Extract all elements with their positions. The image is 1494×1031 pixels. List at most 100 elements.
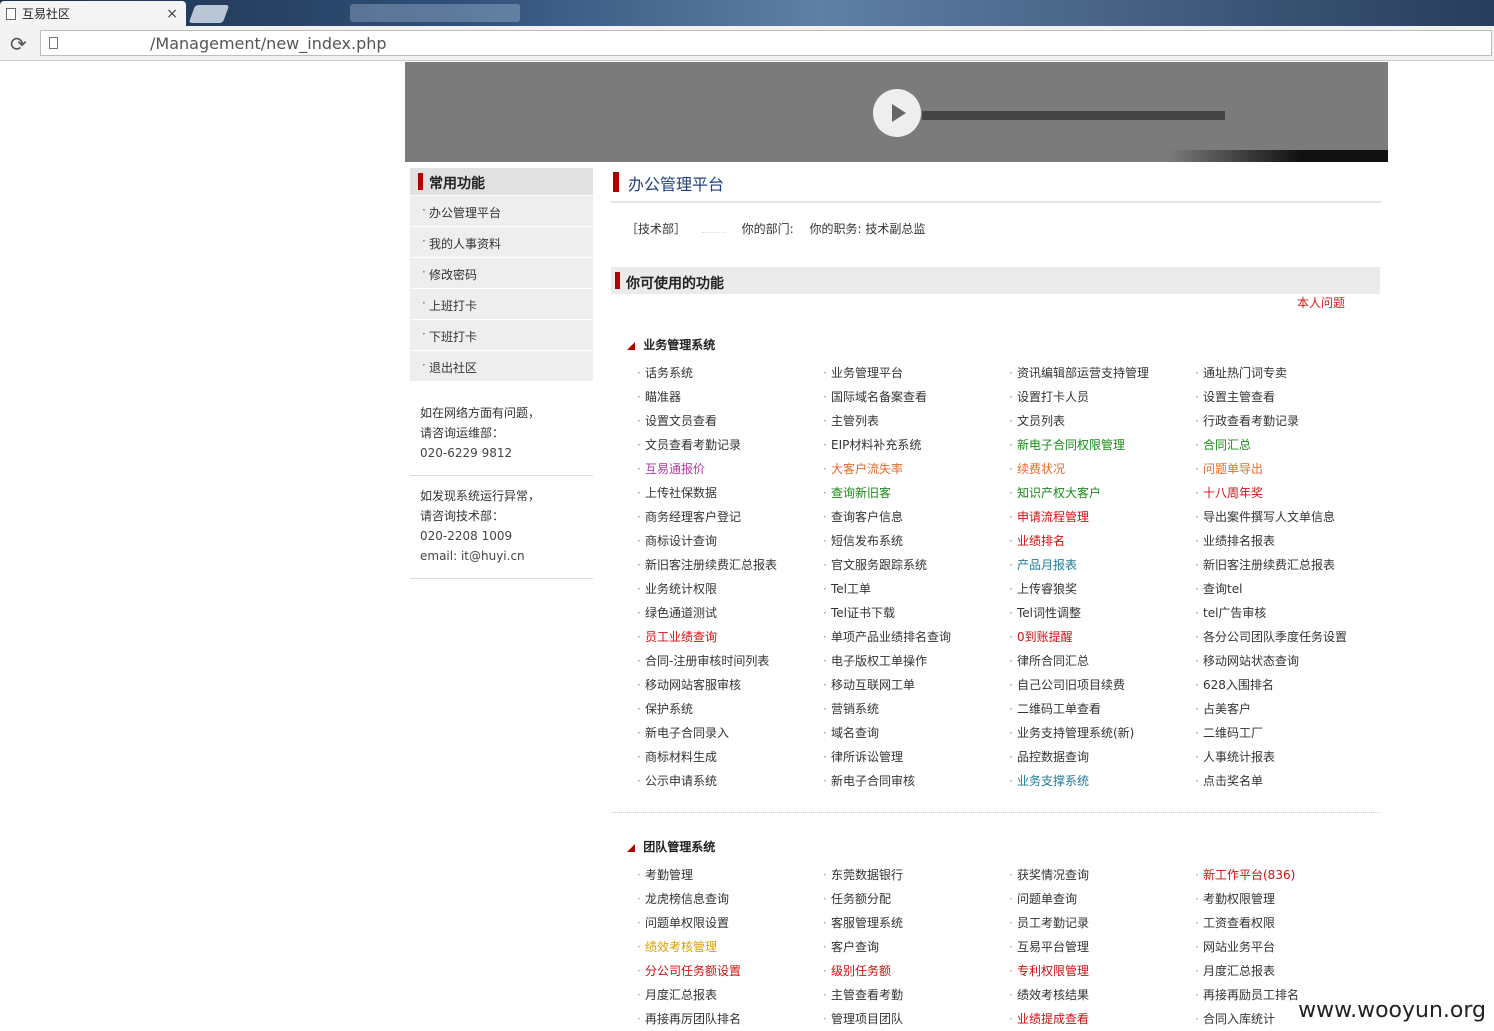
function-link[interactable]: 移动网站状态查询 <box>1193 649 1380 673</box>
function-link[interactable]: 问题单权限设置 <box>635 911 821 935</box>
function-link[interactable]: 十八周年奖 <box>1193 481 1380 505</box>
function-link[interactable]: 文员列表 <box>1007 409 1193 433</box>
function-link[interactable]: 瞄准器 <box>635 385 821 409</box>
function-link[interactable]: 业务支撑系统 <box>1007 769 1193 793</box>
browser-tab-active[interactable]: 互易社区 × <box>0 1 186 26</box>
new-tab-button[interactable] <box>188 5 230 23</box>
function-link[interactable]: 任务额分配 <box>821 887 1007 911</box>
function-link[interactable]: 龙虎榜信息查询 <box>635 887 821 911</box>
function-link[interactable]: 月度汇总报表 <box>1193 959 1380 983</box>
function-link[interactable]: tel广告审核 <box>1193 601 1380 625</box>
function-link[interactable]: 单项产品业绩排名查询 <box>821 625 1007 649</box>
function-link[interactable]: 律所合同汇总 <box>1007 649 1193 673</box>
function-link[interactable]: 问题单导出 <box>1193 457 1380 481</box>
function-link[interactable]: 话务系统 <box>635 361 821 385</box>
function-link[interactable]: 商标材料生成 <box>635 745 821 769</box>
function-link[interactable]: 短信发布系统 <box>821 529 1007 553</box>
sidebar-item-clock-out[interactable]: 下班打卡 <box>410 319 593 350</box>
function-link[interactable]: 大客户流失率 <box>821 457 1007 481</box>
function-link[interactable]: 绩效考核结果 <box>1007 983 1193 1007</box>
function-link[interactable]: 客户查询 <box>821 935 1007 959</box>
function-link[interactable]: 官文服务跟踪系统 <box>821 553 1007 577</box>
function-link[interactable]: Tel工单 <box>821 577 1007 601</box>
function-link[interactable]: 新电子合同录入 <box>635 721 821 745</box>
function-link[interactable]: 问题单查询 <box>1007 887 1193 911</box>
function-link[interactable]: 律所诉讼管理 <box>821 745 1007 769</box>
function-link[interactable]: 级别任务额 <box>821 959 1007 983</box>
function-link[interactable]: 互易平台管理 <box>1007 935 1193 959</box>
function-link[interactable]: 上传睿狼奖 <box>1007 577 1193 601</box>
function-link[interactable]: 考勤管理 <box>635 863 821 887</box>
function-link[interactable]: 二维码工厂 <box>1193 721 1380 745</box>
function-link[interactable]: 产品月报表 <box>1007 553 1193 577</box>
function-link[interactable]: 设置主管查看 <box>1193 385 1380 409</box>
function-link[interactable]: 域名查询 <box>821 721 1007 745</box>
function-link[interactable]: 绩效考核管理 <box>635 935 821 959</box>
function-link[interactable]: 续费状况 <box>1007 457 1193 481</box>
function-link[interactable]: 查询tel <box>1193 577 1380 601</box>
function-link[interactable]: 设置打卡人员 <box>1007 385 1193 409</box>
function-link[interactable]: 占美客户 <box>1193 697 1380 721</box>
function-link[interactable]: 电子版权工单操作 <box>821 649 1007 673</box>
function-link[interactable]: 业绩排名 <box>1007 529 1193 553</box>
function-link[interactable]: 月度汇总报表 <box>635 983 821 1007</box>
function-link[interactable]: 业务统计权限 <box>635 577 821 601</box>
function-link[interactable]: 二维码工单查看 <box>1007 697 1193 721</box>
function-link[interactable]: 业务管理平台 <box>821 361 1007 385</box>
function-link[interactable]: 考勤权限管理 <box>1193 887 1380 911</box>
function-link[interactable]: 合同汇总 <box>1193 433 1380 457</box>
sidebar-item-clock-in[interactable]: 上班打卡 <box>410 288 593 319</box>
function-link[interactable]: 业务支持管理系统(新) <box>1007 721 1193 745</box>
function-link[interactable]: 东莞数据银行 <box>821 863 1007 887</box>
function-link[interactable]: 主管列表 <box>821 409 1007 433</box>
function-link[interactable]: 员工业绩查询 <box>635 625 821 649</box>
function-link[interactable]: 品控数据查询 <box>1007 745 1193 769</box>
function-link[interactable]: 专利权限管理 <box>1007 959 1193 983</box>
function-link[interactable]: 新工作平台(836) <box>1193 863 1380 887</box>
function-link[interactable]: 获奖情况查询 <box>1007 863 1193 887</box>
support-email[interactable]: email: it@huyi.cn <box>420 546 593 566</box>
function-link[interactable]: 国际域名备案查看 <box>821 385 1007 409</box>
function-link[interactable]: 保护系统 <box>635 697 821 721</box>
function-link[interactable]: 点击奖名单 <box>1193 769 1380 793</box>
function-link[interactable]: 628入围排名 <box>1193 673 1380 697</box>
url-input[interactable]: /Management/new_index.php <box>40 30 1492 56</box>
function-link[interactable]: 互易通报价 <box>635 457 821 481</box>
function-link[interactable]: 移动互联网工单 <box>821 673 1007 697</box>
reload-icon[interactable]: ⟳ <box>10 32 27 56</box>
function-link[interactable]: 设置文员查看 <box>635 409 821 433</box>
function-link[interactable]: 绿色通道测试 <box>635 601 821 625</box>
function-link[interactable]: 公示申请系统 <box>635 769 821 793</box>
function-link[interactable]: 再接再厉团队排名 <box>635 1007 821 1031</box>
function-link[interactable]: 网站业务平台 <box>1193 935 1380 959</box>
function-link[interactable]: 客服管理系统 <box>821 911 1007 935</box>
function-link[interactable]: 业绩提成查看 <box>1007 1007 1193 1031</box>
function-link[interactable]: 通址热门词专卖 <box>1193 361 1380 385</box>
function-link[interactable]: 新旧客注册续费汇总报表 <box>1193 553 1380 577</box>
function-link[interactable]: Tel词性调整 <box>1007 601 1193 625</box>
function-link[interactable]: 资讯编辑部运营支持管理 <box>1007 361 1193 385</box>
function-link[interactable]: 主管查看考勤 <box>821 983 1007 1007</box>
browser-tab-inactive[interactable] <box>350 4 520 22</box>
function-link[interactable]: 工资查看权限 <box>1193 911 1380 935</box>
function-link[interactable]: 行政查看考勤记录 <box>1193 409 1380 433</box>
video-progress-bar[interactable] <box>922 111 1225 120</box>
function-link[interactable]: 自己公司旧项目续费 <box>1007 673 1193 697</box>
function-link[interactable]: 各分公司团队季度任务设置 <box>1193 625 1380 649</box>
function-link[interactable]: 商务经理客户登记 <box>635 505 821 529</box>
close-icon[interactable]: × <box>166 6 178 22</box>
function-link[interactable]: Tel证书下载 <box>821 601 1007 625</box>
function-link[interactable]: 知识产权大客户 <box>1007 481 1193 505</box>
function-link[interactable]: 商标设计查询 <box>635 529 821 553</box>
function-link[interactable]: 员工考勤记录 <box>1007 911 1193 935</box>
function-link[interactable]: 合同-注册审核时间列表 <box>635 649 821 673</box>
function-link[interactable]: 申请流程管理 <box>1007 505 1193 529</box>
function-link[interactable]: 新旧客注册续费汇总报表 <box>635 553 821 577</box>
function-link[interactable]: 查询客户信息 <box>821 505 1007 529</box>
function-link[interactable]: 业绩排名报表 <box>1193 529 1380 553</box>
function-link[interactable]: 管理项目团队 <box>821 1007 1007 1031</box>
function-link[interactable]: 分公司任务额设置 <box>635 959 821 983</box>
function-link[interactable]: 导出案件撰写人文单信息 <box>1193 505 1380 529</box>
sidebar-item-logout[interactable]: 退出社区 <box>410 350 593 381</box>
function-link[interactable]: 移动网站客服审核 <box>635 673 821 697</box>
